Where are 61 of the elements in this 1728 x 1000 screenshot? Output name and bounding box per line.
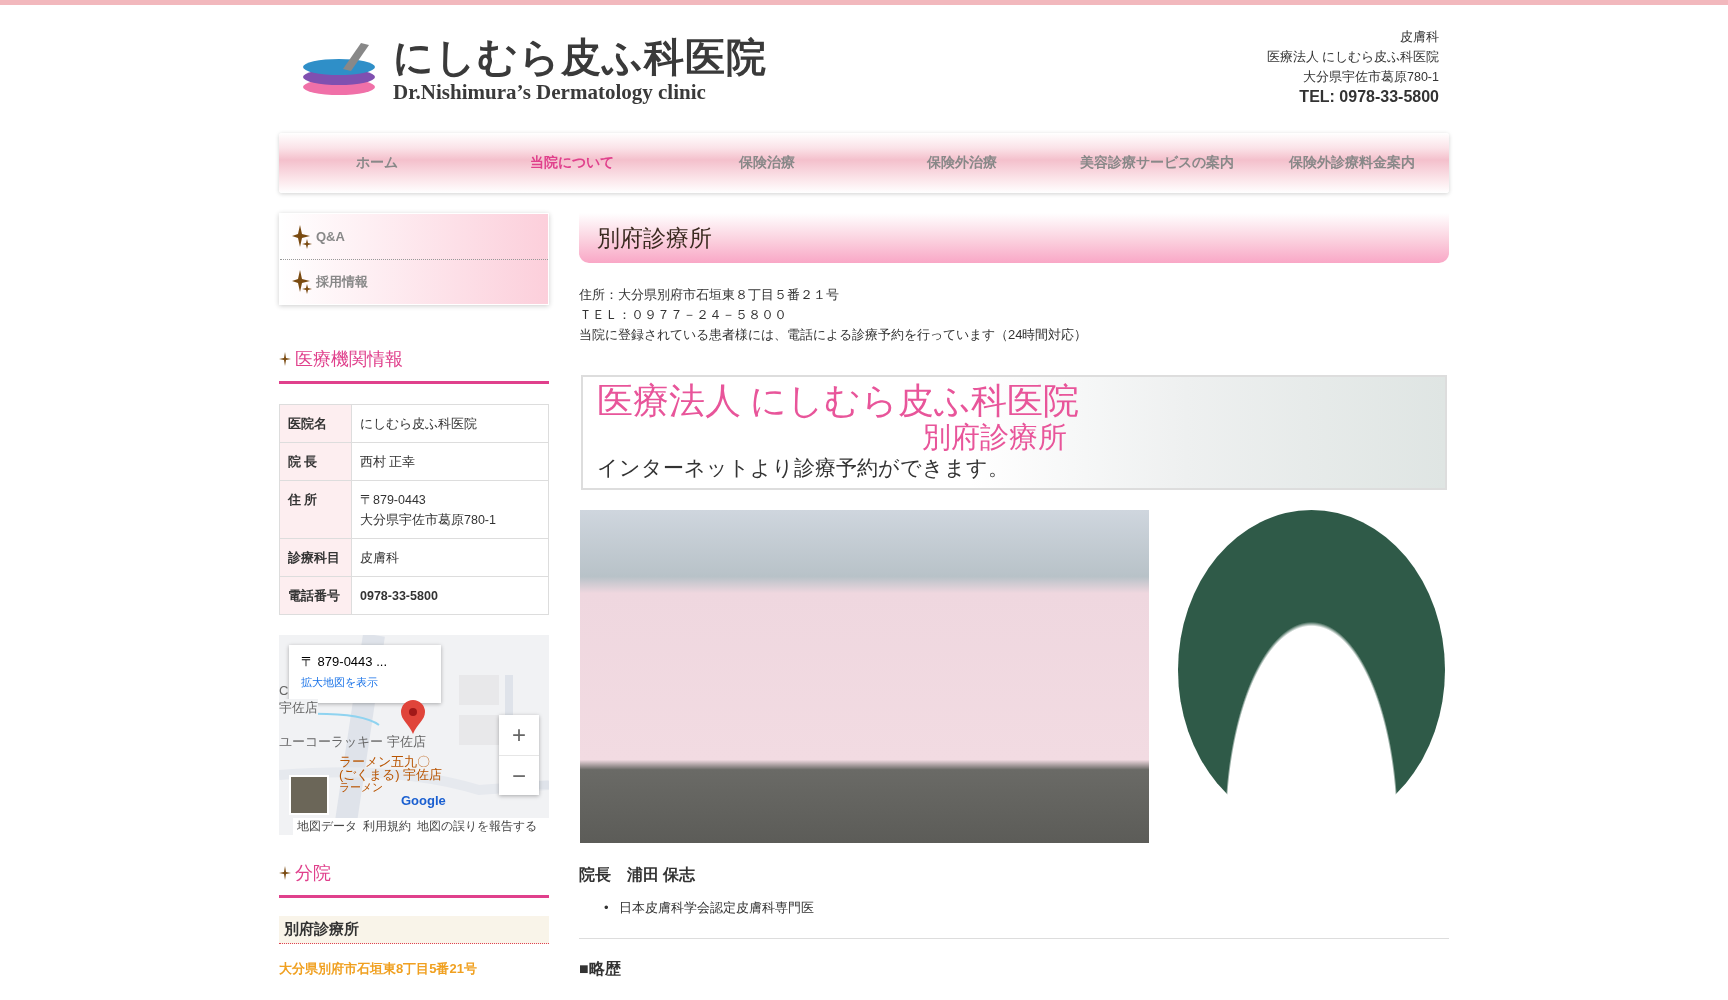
clinic-english-name: Dr.Nishimura’s Dermatology clinic	[393, 79, 707, 105]
branch-address-link[interactable]: 大分県別府市石垣東8丁目5番21号	[279, 960, 549, 978]
header-phone: TEL: 0978-33-5800	[1299, 87, 1439, 107]
map-pin-icon	[401, 700, 425, 734]
section-heading: 分院	[295, 862, 331, 885]
side-menu-link[interactable]: Q&A	[280, 214, 548, 259]
nav-link[interactable]: 当院について	[474, 154, 669, 172]
map-footer-link[interactable]: 地図の誤りを報告する	[417, 819, 537, 834]
header-info-text: 大分県宇佐市葛原780-1	[1303, 69, 1439, 86]
director-name: 院長 浦田 保志	[579, 865, 697, 885]
nav-link[interactable]: 保険外診療料金案内	[1254, 154, 1449, 172]
table-cell: 〒879-0443 大分県宇佐市葛原780-1	[351, 480, 549, 539]
qualification-item: 日本皮膚科学会認定皮膚科専門医	[618, 899, 814, 917]
section-heading: 医療機関情報	[295, 348, 403, 371]
sparkle-icon	[279, 866, 291, 880]
table-cell: 西村 正幸	[351, 442, 549, 481]
banner-title: 医療法人 にしむら皮ふ科医院	[597, 381, 1080, 421]
map-place-label: ラーメン五九〇	[339, 755, 430, 768]
header-info-text: 皮膚科	[1400, 29, 1439, 46]
sparkle-icon	[292, 224, 312, 249]
nav-link[interactable]: ホーム	[279, 154, 474, 172]
map-label: C	[279, 683, 289, 698]
clinic-name: にしむら皮ふ科医院	[393, 33, 767, 80]
info-text: ＴＥＬ：０９７７－２４－５８００	[579, 306, 788, 324]
sparkle-icon	[292, 270, 312, 294]
table-header-cell: 電話番号	[279, 576, 352, 615]
map-place-label: (ごくまる) 宇佐店	[339, 768, 443, 781]
branch-name: 別府診療所	[279, 916, 549, 944]
table-cell: 0978-33-5800	[351, 576, 549, 615]
map-footer-link[interactable]: 利用規約	[363, 819, 411, 834]
satellite-thumbnail[interactable]	[289, 775, 329, 815]
map-card-title: 〒 879-0443 ...	[301, 653, 388, 671]
zoom-out-button[interactable]: −	[499, 755, 539, 795]
sparkle-icon	[279, 352, 291, 366]
map-label: 宇佐店	[279, 699, 318, 717]
side-menu-link[interactable]: 採用情報	[280, 259, 548, 304]
map-footer-link[interactable]: 地図データ	[297, 819, 357, 834]
info-text: 当院に登録されている患者様には、電話による診療予約を行っています（24時間対応）	[579, 326, 1089, 344]
banner-text: インターネットより診療予約ができます。	[597, 455, 1010, 481]
header-info-text: 医療法人 にしむら皮ふ科医院	[1266, 49, 1439, 66]
map-label: ユーコーラッキー 宇佐店	[279, 733, 426, 751]
map-view[interactable]: 〒 879-0443 ... 拡大地図を表示 C 宇佐店 ユーコーラッキー 宇佐店 ラーメン五九〇 (ごくまる) 宇佐店 ラーメン Google + − 地図データ 利用規約 地図の誤りを報告する	[279, 635, 549, 835]
nav-link[interactable]: 美容診療サービスの案内	[1059, 154, 1254, 172]
map-place-label: ラーメン	[339, 781, 383, 794]
table-header-cell: 住 所	[279, 480, 352, 539]
nav-link[interactable]: 保険治療	[669, 154, 864, 172]
reservation-banner[interactable]: 医療法人 にしむら皮ふ科医院 別府診療所 インターネットより診療予約ができます。	[581, 375, 1447, 490]
larger-map-link[interactable]: 拡大地図を表示	[301, 675, 429, 690]
table-cell: 皮膚科	[351, 538, 549, 577]
zoom-in-button[interactable]: +	[499, 715, 539, 755]
table-cell: にしむら皮ふ科医院	[351, 404, 549, 443]
nav-link[interactable]: 保険外治療	[864, 154, 1059, 172]
page-title: 別府診療所	[597, 223, 712, 253]
info-text: 住所：大分県別府市石垣東８丁目５番２１号	[579, 286, 840, 304]
table-header-cell: 診療科目	[279, 538, 352, 577]
map-brand-label: Google	[401, 793, 446, 808]
table-header-cell: 院 長	[279, 442, 352, 481]
bullet-marker: •	[604, 899, 609, 917]
table-header-cell: 医院名	[279, 404, 352, 443]
banner-subtitle: 別府診療所	[921, 421, 1067, 453]
history-heading: ■略歴	[579, 959, 622, 979]
